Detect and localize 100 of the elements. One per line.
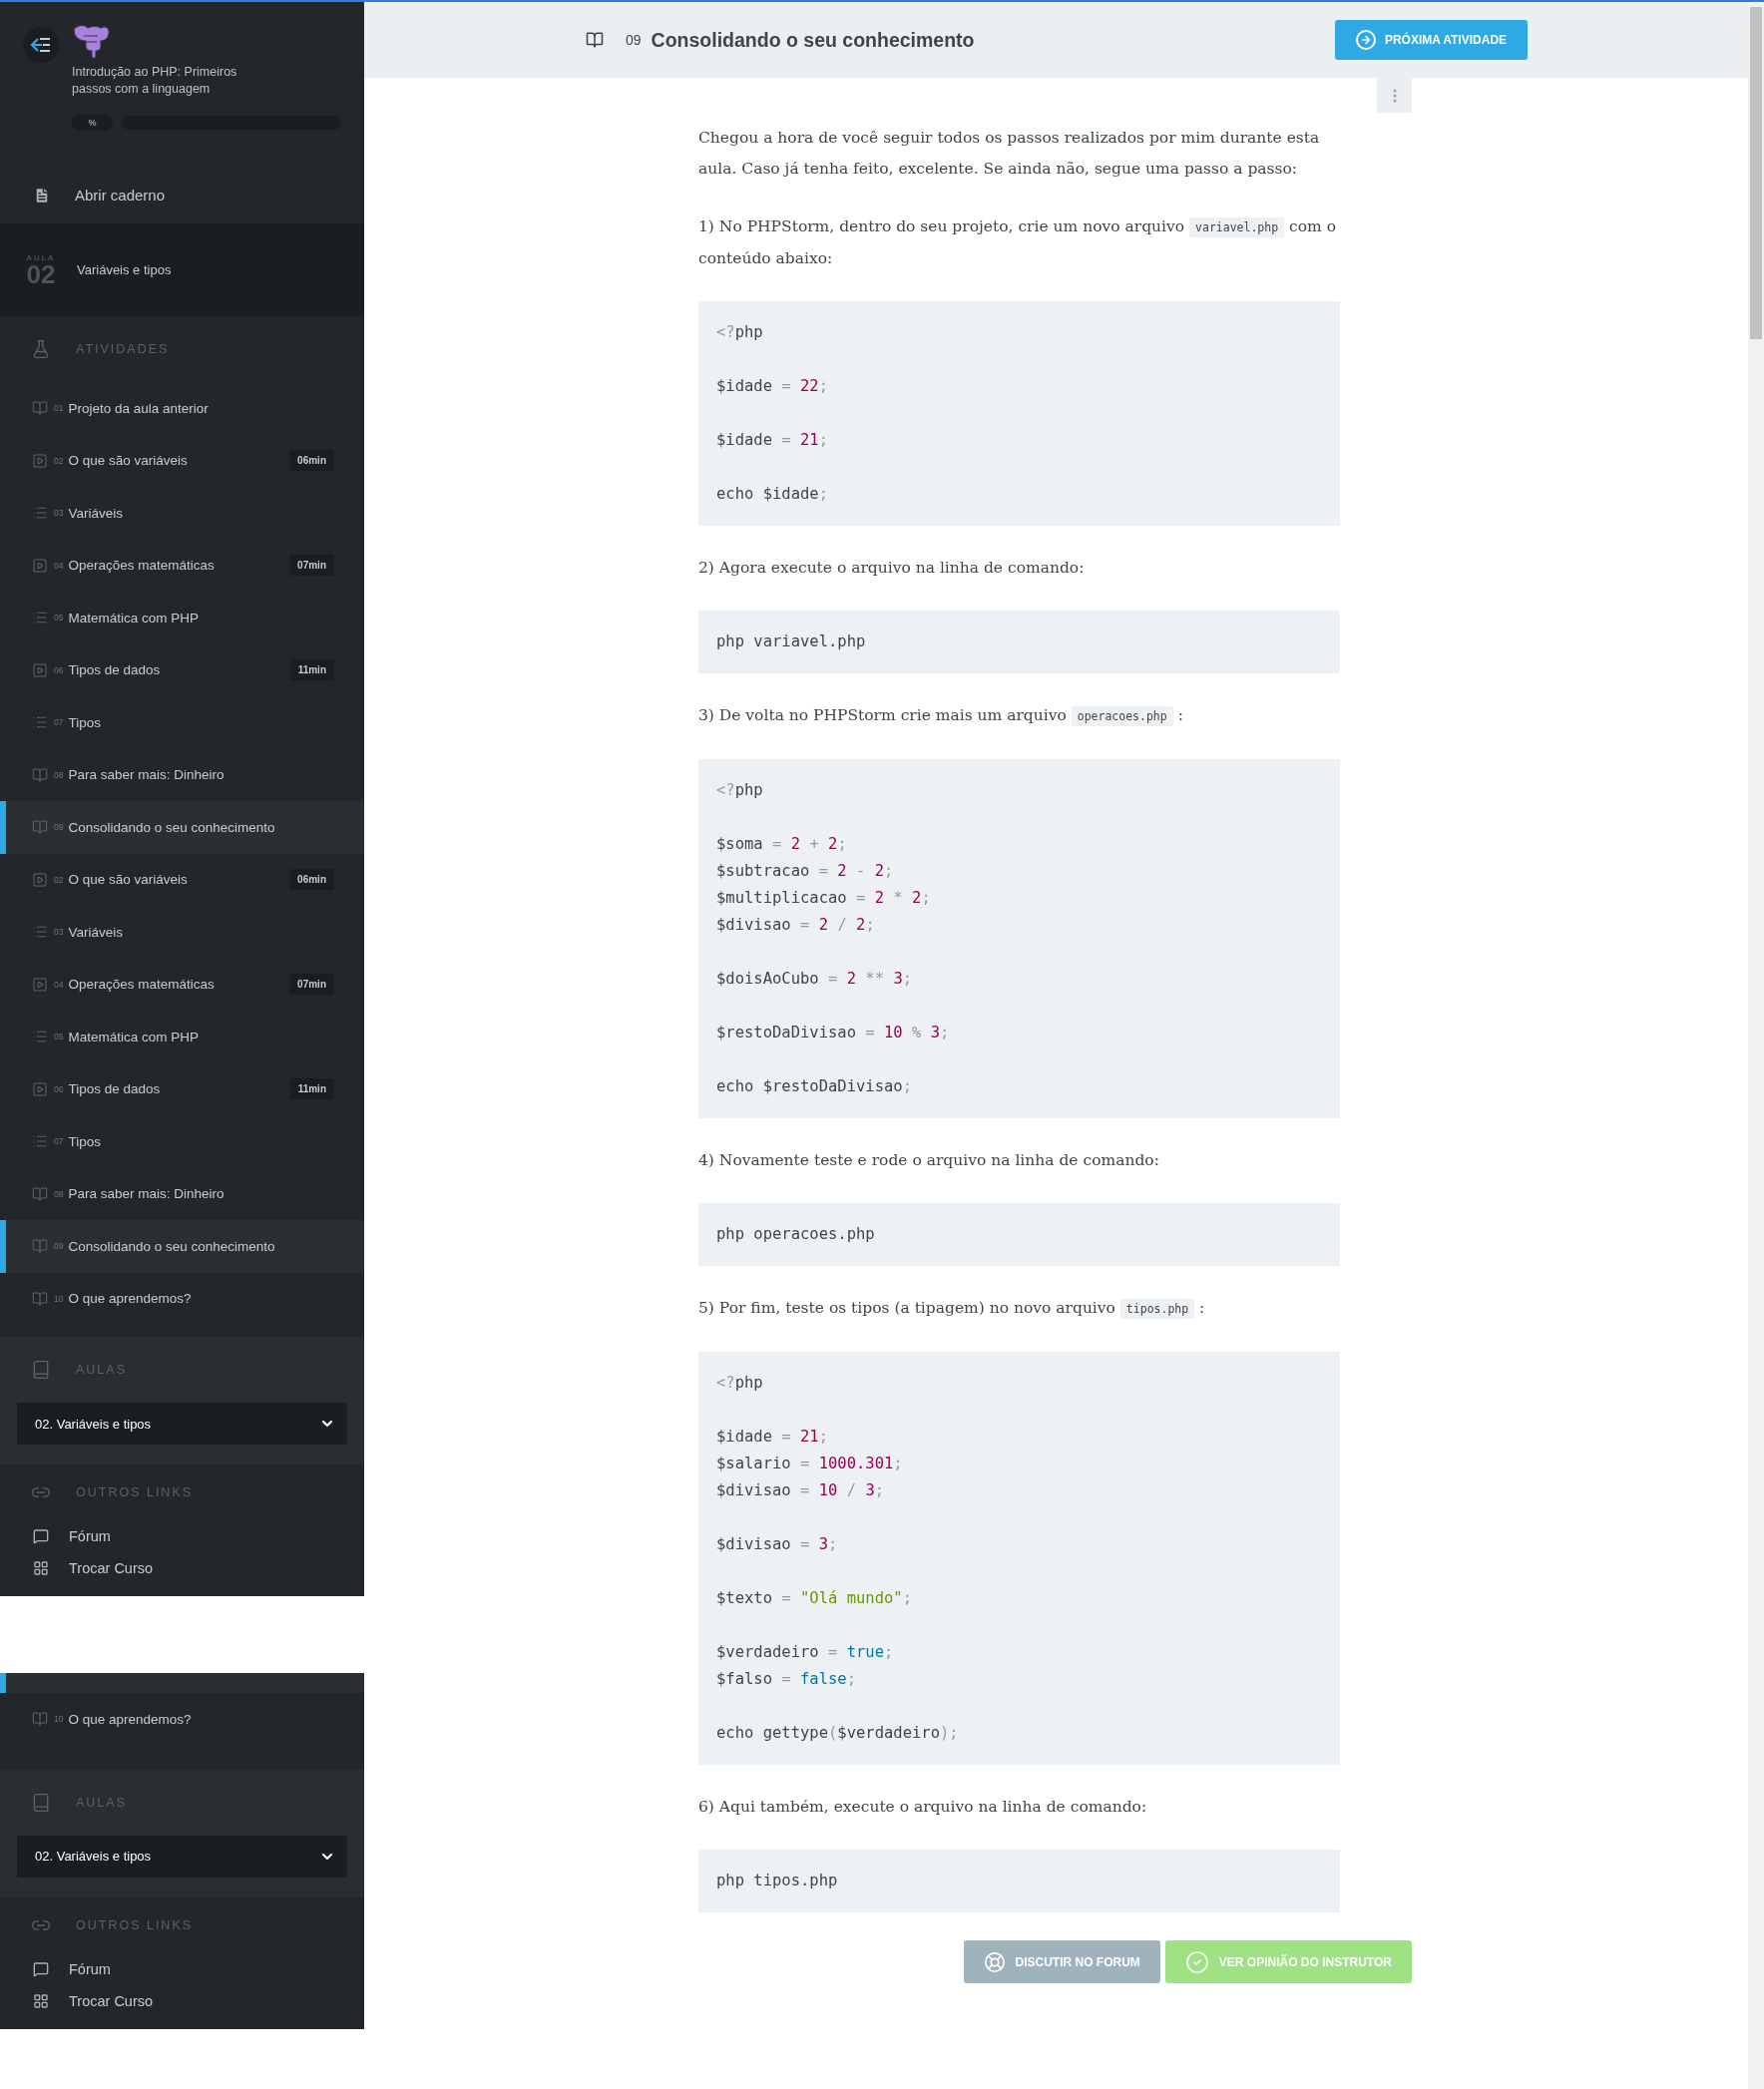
activity-title: Tipos <box>68 714 101 730</box>
paragraph: Chegou a hora de você seguir todos os passos realizados por mim durante esta aula. Caso já tenha feito, excelente. Se ainda não, segue uma passo a passo: <box>698 128 1321 180</box>
duration-badge: 06min <box>289 450 334 472</box>
section-heading: OUTROS LINKS <box>76 1485 194 1499</box>
activity-item[interactable]: 02 O que são variáveis 06min <box>0 434 364 487</box>
book-icon <box>32 400 48 417</box>
collapse-button[interactable] <box>23 27 59 63</box>
arrow-menu-icon <box>30 37 52 53</box>
progress-percent: % <box>72 115 113 131</box>
activity-item[interactable]: 06 Tipos de dados 11min <box>0 643 364 696</box>
more-button[interactable] <box>1377 78 1412 113</box>
activity-number: 02 <box>54 874 64 885</box>
paragraph: 3) De volta no PHPStorm crie mais um arquivo operacoes.php : <box>698 705 1184 728</box>
play-icon <box>32 661 48 678</box>
activity-item[interactable]: 03 Variáveis <box>0 487 364 540</box>
activity-item[interactable]: 07 Tipos <box>0 1115 364 1168</box>
activity-number: 05 <box>54 1032 64 1043</box>
sidebar-link[interactable]: Fórum <box>0 1520 364 1552</box>
activity-title: Para saber mais: Dinheiro <box>68 1186 224 1202</box>
book-icon <box>31 1360 51 1380</box>
play-icon <box>32 557 48 574</box>
book-icon <box>32 1238 48 1255</box>
code-block: <?php $idade = 22; $idade = 21; echo $idade; <box>698 301 1340 526</box>
duration-badge: 11min <box>289 1078 334 1100</box>
book-icon <box>586 31 604 49</box>
activity-item[interactable]: 09 Consolidando o seu conhecimento <box>0 801 364 854</box>
sidebar-link[interactable]: Fórum <box>0 1952 364 1985</box>
activity-item[interactable]: 10 O que aprendemos? <box>0 1693 364 1746</box>
activity-item[interactable]: 08 Para saber mais: Dinheiro <box>0 748 364 801</box>
section-heading: AULAS <box>76 1795 127 1810</box>
grid-icon <box>33 1992 49 2009</box>
lesson-select[interactable]: 02. Variáveis e tipos <box>17 1835 347 1878</box>
activity-item[interactable]: 06 Tipos de dados 11min <box>0 1062 364 1115</box>
sidebar-link[interactable]: Trocar Curso <box>0 1552 364 1584</box>
activity-title: Tipos de dados <box>68 1081 161 1097</box>
lesson-label: AULA <box>26 253 56 262</box>
activity-number: 03 <box>54 927 64 938</box>
activity-item[interactable]: 07 Tipos <box>0 696 364 749</box>
lesson-title: Variáveis e tipos <box>77 262 172 277</box>
activity-number: 01 <box>54 403 64 414</box>
activity-number: 09 <box>54 1241 64 1252</box>
activity-item[interactable]: 05 Matemática com PHP <box>0 1011 364 1063</box>
play-icon <box>32 452 48 469</box>
sidebar-link[interactable]: Trocar Curso <box>0 1984 364 2017</box>
book-icon <box>32 766 48 783</box>
notebook-link[interactable]: Abrir caderno <box>0 167 364 223</box>
activity-item[interactable]: 09 Consolidando o seu conhecimento <box>0 1220 364 1273</box>
activity-title: Matemática com PHP <box>68 1029 199 1044</box>
paragraph: 6) Aqui também, execute o arquivo na linha de comando: <box>698 1797 1148 1818</box>
course-title: Introdução ao PHP: Primeiros passos com a linguagem <box>72 64 238 98</box>
duration-badge: 07min <box>289 974 334 996</box>
activity-number: 03 <box>54 508 64 519</box>
activity-title: Operações matemáticas <box>68 977 215 993</box>
flask-icon <box>31 339 51 359</box>
more-icon <box>1392 88 1397 103</box>
activity-item[interactable]: 03 Variáveis <box>0 906 364 959</box>
activity-item[interactable]: 02 O que são variáveis 06min <box>0 853 364 906</box>
paragraph: 2) Agora execute o arquivo na linha de comando: <box>698 558 1086 579</box>
duration-badge: 06min <box>289 869 334 891</box>
activity-title: O que são variáveis <box>68 453 188 469</box>
activity-title: Variáveis <box>68 505 123 521</box>
activity-number: 02 <box>54 455 64 466</box>
book-icon <box>32 1185 48 1202</box>
check-circle-icon <box>1184 1949 1209 1974</box>
activity-item[interactable]: 10 O que aprendemos? <box>0 1272 364 1325</box>
activity-title: Operações matemáticas <box>68 558 215 574</box>
activity-title: Consolidando o seu conhecimento <box>68 819 275 835</box>
scrollbar-thumb[interactable] <box>1750 7 1762 339</box>
play-icon <box>32 976 48 993</box>
paragraph: 4) Novamente teste e rode o arquivo na linha de comando: <box>698 1150 1160 1171</box>
section-heading: ATIVIDADES <box>76 342 170 356</box>
book-icon <box>32 1711 48 1728</box>
play-icon <box>32 1080 48 1097</box>
code-block: <?php $idade = 21; $salario = 1000.301; $divisao = 10 / 3; $divisao = 3; $texto = "Olá mundo"; $verdadeiro = true; $falso = false; echo gettype($verdadeiro); <box>698 1352 1340 1765</box>
chat-icon <box>33 1960 49 1977</box>
activity-title: Tipos <box>68 1133 101 1149</box>
activity-title: Variáveis <box>68 924 123 940</box>
activity-title: Consolidando o seu conhecimento <box>68 1238 275 1254</box>
activity-title: Matemática com PHP <box>68 610 199 626</box>
activity-number: 04 <box>54 979 64 990</box>
activity-title: O que são variáveis <box>68 872 188 888</box>
activity-number: 04 <box>54 560 64 571</box>
book-icon <box>32 819 48 836</box>
activity-item[interactable]: 05 Matemática com PHP <box>0 592 364 644</box>
code-block: php variavel.php <box>698 611 1340 673</box>
lesson-number: 02 <box>26 262 56 286</box>
activity-item[interactable]: 01 Projeto da aula anterior <box>0 382 364 435</box>
lifebuoy-icon <box>983 1950 1006 1973</box>
scrollbar[interactable] <box>1748 2 1764 2089</box>
arrow-right-icon <box>1355 30 1376 50</box>
activity-item[interactable]: 04 Operações matemáticas 07min <box>0 958 364 1011</box>
activity-item[interactable]: 04 Operações matemáticas 07min <box>0 539 364 592</box>
paragraph: 5) Por fim, teste os tipos (a tipagem) no novo arquivo tipos.php : <box>698 1298 1206 1321</box>
activity-title: O que aprendemos? <box>68 1291 192 1307</box>
code-block: php operacoes.php <box>698 1203 1340 1266</box>
activity-item[interactable]: 08 Para saber mais: Dinheiro <box>0 1167 364 1220</box>
book-icon <box>31 1792 51 1813</box>
activity-title: Consolidando o seu conhecimento <box>651 28 975 52</box>
code-block: <?php $soma = 2 + 2; $subtracao = 2 - 2; $multiplicacao = 2 * 2; $divisao = 2 / 2; $doisAoCubo = 2 ** 3; $restoDaDivisao = 10 % 3; echo $restoDaDivisao; <box>698 759 1340 1118</box>
lesson-select[interactable]: 02. Variáveis e tipos <box>17 1403 347 1445</box>
